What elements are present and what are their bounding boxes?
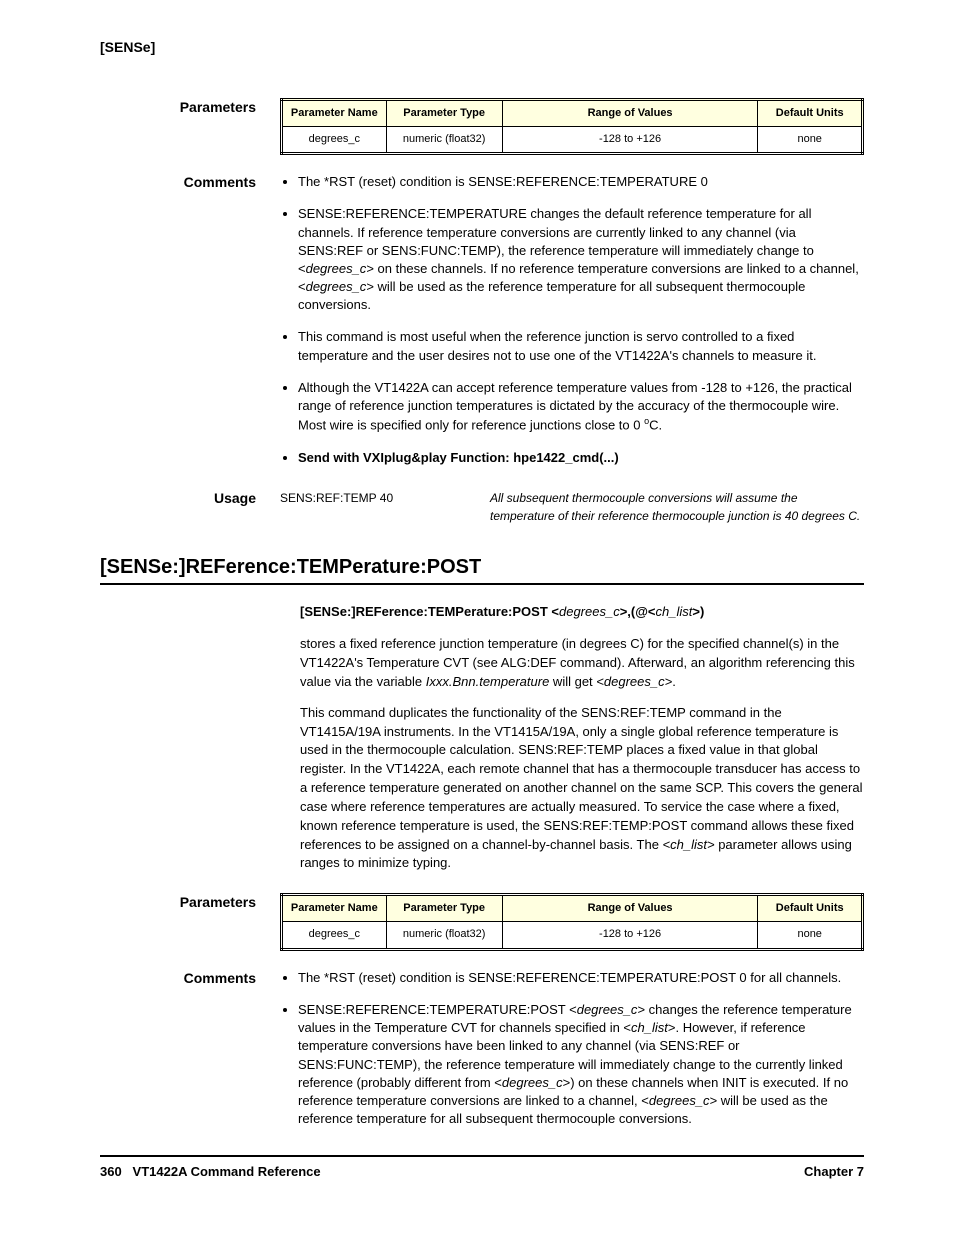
comments-list-2: The *RST (reset) condition is SENSE:REFE… xyxy=(280,969,864,1129)
syntax-line: [SENSe:]REFerence:TEMPerature:POST <degr… xyxy=(300,603,864,621)
th-name: Parameter Name xyxy=(282,895,387,922)
comments-list-1: The *RST (reset) condition is SENSE:REFE… xyxy=(280,173,864,467)
td-name: degrees_c xyxy=(282,922,387,949)
parameters-table-1: Parameter Name Parameter Type Range of V… xyxy=(280,98,864,156)
th-type: Parameter Type xyxy=(386,895,502,922)
th-range: Range of Values xyxy=(502,895,758,922)
td-range: -128 to +126 xyxy=(502,126,758,153)
heading-rule xyxy=(100,583,864,585)
usage-comment: All subsequent thermocouple conversions … xyxy=(490,489,864,525)
comments-label: Comments xyxy=(100,969,280,1143)
th-type: Parameter Type xyxy=(386,99,502,126)
th-range: Range of Values xyxy=(502,99,758,126)
th-units: Default Units xyxy=(758,895,863,922)
comments-label: Comments xyxy=(100,173,280,481)
usage-label: Usage xyxy=(100,489,280,525)
td-range: -128 to +126 xyxy=(502,922,758,949)
td-type: numeric (float32) xyxy=(386,922,502,949)
command-description: stores a fixed reference junction temper… xyxy=(300,635,864,873)
th-units: Default Units xyxy=(758,99,863,126)
parameters-table-2: Parameter Name Parameter Type Range of V… xyxy=(280,893,864,951)
td-type: numeric (float32) xyxy=(386,126,502,153)
th-name: Parameter Name xyxy=(282,99,387,126)
page-category-header: [SENSe] xyxy=(100,38,864,58)
footer-left: 360 VT1422A Command Reference xyxy=(100,1163,321,1181)
parameters-label: Parameters xyxy=(100,893,280,951)
footer-right: Chapter 7 xyxy=(804,1163,864,1181)
usage-command: SENS:REF:TEMP 40 xyxy=(280,489,490,525)
comment-item: This command is most useful when the ref… xyxy=(298,328,864,364)
comment-item: SENSE:REFERENCE:TEMPERATURE changes the … xyxy=(298,205,864,314)
parameters-label: Parameters xyxy=(100,98,280,156)
td-name: degrees_c xyxy=(282,126,387,153)
comment-item: The *RST (reset) condition is SENSE:REFE… xyxy=(298,173,864,191)
footer-rule xyxy=(100,1155,864,1157)
comment-item: SENSE:REFERENCE:TEMPERATURE:POST <degree… xyxy=(298,1001,864,1128)
comment-item: Although the VT1422A can accept referenc… xyxy=(298,379,864,435)
comment-item: Send with VXIplug&play Function: hpe1422… xyxy=(298,449,864,467)
td-units: none xyxy=(758,922,863,949)
command-heading: [SENSe:]REFerence:TEMPerature:POST xyxy=(100,553,864,581)
comment-item: The *RST (reset) condition is SENSE:REFE… xyxy=(298,969,864,987)
td-units: none xyxy=(758,126,863,153)
